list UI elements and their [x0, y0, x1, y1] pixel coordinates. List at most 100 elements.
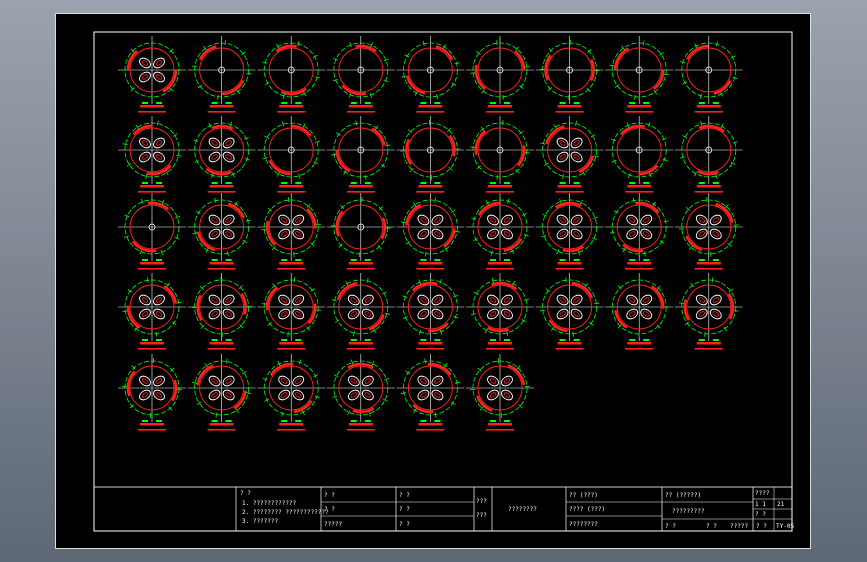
label-mark [559, 182, 566, 184]
label-underline [279, 342, 304, 345]
dimension-tick [580, 199, 583, 205]
dimension-tick [293, 277, 295, 283]
cavity-lobe [487, 375, 499, 387]
cavity-lobe [570, 151, 583, 163]
label-mark [225, 259, 232, 261]
detail-view [326, 193, 395, 270]
cavity-core [503, 217, 511, 223]
label-mark [281, 339, 288, 341]
dimension-tick [733, 310, 739, 312]
label-mark [573, 182, 580, 184]
cavity-core [489, 392, 497, 398]
cavity-lobe [153, 389, 165, 401]
cavity-lobe [361, 375, 374, 387]
cavity-lobe [640, 294, 653, 306]
cavity-core [698, 297, 706, 303]
cavity-core [712, 311, 720, 317]
dimension-tick [176, 154, 182, 157]
tb-sheet-code: TY-05 [776, 523, 794, 530]
tb-cell: ?? (?????) [665, 492, 701, 499]
label-mark [643, 259, 650, 261]
label-underline [418, 342, 443, 345]
cavity-core [280, 231, 288, 237]
cavity-core [712, 217, 720, 223]
cavity-lobe [640, 228, 653, 240]
label-mark [712, 339, 719, 341]
cavity-core [573, 217, 580, 223]
label-underline [694, 111, 723, 113]
cavity-core [489, 297, 497, 303]
cavity-lobe [417, 214, 430, 226]
cavity-lobe [292, 294, 305, 306]
cavity-core [573, 154, 580, 160]
detail-view [605, 193, 674, 270]
detail-view [535, 273, 604, 350]
detail-view [535, 116, 604, 193]
cavity-lobe [153, 151, 165, 163]
cavity-lobe [153, 294, 165, 306]
cavity-core [434, 217, 441, 223]
tb-cell: ????? [324, 521, 342, 528]
label-underline [348, 423, 373, 426]
cavity-lobe [153, 57, 165, 69]
cavity-lobe [501, 308, 513, 320]
cad-viewport[interactable]: ? ? 1. ???????????? 2. ???????? ????????… [55, 13, 811, 549]
label-mark [364, 420, 371, 422]
label-underline [625, 191, 654, 193]
detail-view [396, 36, 465, 113]
cavity-lobe [501, 294, 513, 306]
tb-cell: ??? [476, 512, 487, 519]
cavity-core [141, 74, 149, 80]
dimension-tick [350, 359, 354, 365]
cavity-lobe [417, 308, 430, 320]
tb-cell: ? ? [399, 521, 410, 528]
cavity-lobe [640, 308, 653, 320]
dimension-tick [679, 302, 685, 304]
detail-view [187, 116, 256, 193]
dimension-tick [496, 174, 498, 180]
label-mark [504, 420, 510, 422]
dimension-tick [559, 198, 562, 204]
label-mark [295, 102, 302, 104]
label-underline [416, 429, 445, 431]
cavity-lobe [556, 294, 569, 306]
cavity-core [225, 297, 232, 303]
cavity-core [155, 74, 163, 80]
tb-note-1: 1. ???????????? [242, 500, 297, 507]
detail-view [326, 36, 395, 113]
cavity-core [628, 297, 636, 303]
cavity-lobe [431, 214, 444, 226]
label-underline [346, 191, 375, 193]
label-mark [295, 420, 302, 422]
cavity-lobe [292, 375, 305, 387]
cavity-lobe [417, 389, 430, 401]
detail-view [326, 273, 395, 350]
label-mark [698, 102, 705, 104]
cavity-lobe [640, 214, 653, 226]
label-underline [627, 342, 652, 345]
cavity-lobe [626, 214, 639, 226]
label-underline [348, 262, 373, 265]
label-underline [346, 429, 375, 431]
cavity-lobe [695, 308, 708, 320]
cavity-core [225, 140, 232, 146]
cavity-core [280, 311, 288, 317]
label-mark [698, 182, 705, 184]
label-mark [573, 339, 580, 341]
label-underline [694, 348, 723, 350]
dimension-tick [191, 65, 197, 67]
dimension-tick [593, 155, 599, 158]
cavity-lobe [347, 294, 360, 306]
dimension-tick [434, 412, 437, 418]
cavity-lobe [417, 294, 430, 306]
cavity-core [155, 297, 163, 303]
cavity-lobe [501, 375, 513, 387]
label-mark [643, 182, 650, 184]
label-underline [416, 348, 445, 350]
cavity-core [489, 231, 497, 237]
cavity-core [573, 297, 580, 303]
label-mark [225, 102, 232, 104]
label-mark [490, 259, 496, 261]
label-mark [364, 182, 371, 184]
detail-view [605, 36, 674, 113]
